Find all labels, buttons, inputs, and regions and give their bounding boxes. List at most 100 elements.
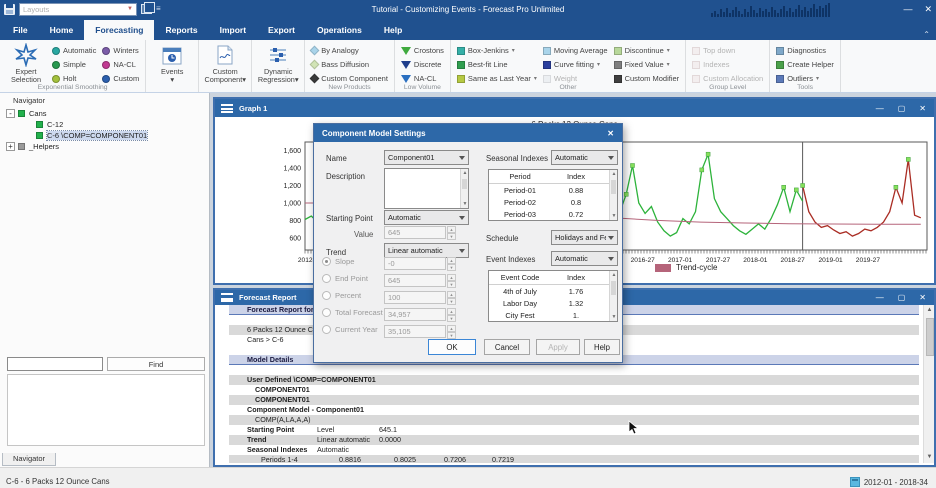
report-vertical-scrollbar[interactable]: ▲ ▼ xyxy=(923,305,934,463)
ribbon-item-simple[interactable]: Simple xyxy=(49,58,99,71)
ribbon-item-crostons[interactable]: Crostons xyxy=(398,44,447,57)
ribbon-item-na-cl[interactable]: NA-CL xyxy=(99,58,142,71)
ribbon-item-bass-diffusion[interactable]: Bass Diffusion xyxy=(308,58,391,71)
graph-window-titlebar[interactable]: Graph 1 — ▢ ✕ xyxy=(215,99,934,117)
scroll-up-icon[interactable]: ▲ xyxy=(924,305,934,316)
radio-percent[interactable]: Percent xyxy=(322,291,361,300)
app-close-button[interactable]: ✕ xyxy=(924,4,932,15)
save-icon[interactable] xyxy=(4,4,15,15)
tab-home[interactable]: Home xyxy=(39,20,85,40)
window-menu-icon[interactable] xyxy=(221,293,233,302)
event-table-scrollbar[interactable]: ▲▼ xyxy=(609,271,617,321)
tree-item-c-6-comp-component01[interactable]: C-6 \COMP=COMPONENT01 xyxy=(6,130,203,141)
graph-close-button[interactable]: ✕ xyxy=(919,104,926,113)
ok-button[interactable]: OK xyxy=(428,339,476,355)
ribbon-item-winters[interactable]: Winters xyxy=(99,44,142,57)
radio-icon[interactable] xyxy=(322,274,331,283)
ribbon-item-automatic[interactable]: Automatic xyxy=(49,44,99,57)
ribbon-item-discrete[interactable]: Discrete xyxy=(398,58,447,71)
ribbon-item-discontinue[interactable]: Discontinue▾ xyxy=(611,44,683,57)
help-button[interactable]: Help xyxy=(584,339,620,355)
textarea-scrollbar[interactable]: ▲▼ xyxy=(460,169,468,208)
seasonal-table-row[interactable]: Period-030.72 xyxy=(489,208,617,220)
ribbon-item-moving-average[interactable]: Moving Average xyxy=(540,44,611,57)
report-minimize-button[interactable]: — xyxy=(876,293,884,302)
tree-item-cans[interactable]: -Cans xyxy=(6,108,203,119)
seasonal-table-row[interactable]: Period-010.88 xyxy=(489,184,617,196)
description-textarea[interactable]: ▲▼ xyxy=(384,168,469,209)
seasonal-table-scrollbar[interactable]: ▲▼ xyxy=(609,170,617,220)
expert-selection-button[interactable]: Expert Selection xyxy=(3,42,49,85)
dialog-titlebar[interactable]: Component Model Settings ✕ xyxy=(314,124,622,142)
event-index-table[interactable]: Event CodeIndex4th of July1.76Labor Day1… xyxy=(488,270,618,322)
event-table-row[interactable]: 4th of July1.76 xyxy=(489,285,617,297)
dynamic-regression-button[interactable]: Dynamic Regression▾ xyxy=(255,42,301,85)
report-close-button[interactable]: ✕ xyxy=(919,293,926,302)
graph-minimize-button[interactable]: — xyxy=(876,104,884,113)
tree-expander-icon[interactable]: - xyxy=(6,109,15,118)
report-maximize-button[interactable]: ▢ xyxy=(898,293,906,302)
slope-input[interactable]: -0 xyxy=(384,257,446,270)
radio-icon[interactable] xyxy=(322,291,331,300)
end-point-input[interactable]: 645 xyxy=(384,274,446,287)
event-table-row[interactable]: Labor Day1.32 xyxy=(489,297,617,309)
ribbon-item-curve-fitting[interactable]: Curve fitting▾ xyxy=(540,58,611,71)
schedule-combobox[interactable]: Holidays and Festi xyxy=(551,230,618,245)
radio-icon[interactable] xyxy=(322,325,331,334)
find-results-list[interactable] xyxy=(7,374,205,446)
tab-help[interactable]: Help xyxy=(373,20,413,40)
tab-operations[interactable]: Operations xyxy=(306,20,373,40)
ribbon-item-box-jenkins[interactable]: Box-Jenkins▾ xyxy=(454,44,540,57)
value-input[interactable]: 645 xyxy=(384,226,446,239)
find-input[interactable] xyxy=(7,357,103,371)
custom-component-button[interactable]: Custom Component▾ xyxy=(202,42,248,85)
spinner[interactable]: ▲▼ xyxy=(447,308,456,321)
tab-reports[interactable]: Reports xyxy=(154,20,208,40)
window-menu-icon[interactable] xyxy=(221,104,233,113)
spinner[interactable]: ▲▼ xyxy=(447,291,456,304)
tab-file[interactable]: File xyxy=(2,20,39,40)
find-button[interactable]: Find xyxy=(107,357,205,371)
current-year-input[interactable]: 35,105 xyxy=(384,325,446,338)
name-combobox[interactable]: Component01 xyxy=(384,150,469,165)
new-window-icon[interactable] xyxy=(141,4,152,14)
tab-import[interactable]: Import xyxy=(209,20,257,40)
seasonal-index-table[interactable]: PeriodIndexPeriod-010.88Period-020.8Peri… xyxy=(488,169,618,221)
tab-export[interactable]: Export xyxy=(257,20,306,40)
graph-maximize-button[interactable]: ▢ xyxy=(898,104,906,113)
qat-customize-icon[interactable]: ≡ xyxy=(156,5,161,13)
trend-combobox[interactable]: Linear automatic xyxy=(384,243,469,258)
ribbon-item-diagnostics[interactable]: Diagnostics xyxy=(773,44,837,57)
radio-icon[interactable] xyxy=(322,257,331,266)
value-spinner[interactable]: ▲▼ xyxy=(447,226,456,239)
radio-slope[interactable]: Slope xyxy=(322,257,354,266)
layouts-combobox[interactable]: Layouts▼ xyxy=(19,3,137,16)
spinner[interactable]: ▲▼ xyxy=(447,257,456,270)
tree-expander-icon[interactable]: + xyxy=(6,142,15,151)
ribbon-item-create-helper[interactable]: Create Helper xyxy=(773,58,837,71)
app-minimize-button[interactable]: — xyxy=(903,4,912,14)
scroll-down-icon[interactable]: ▼ xyxy=(924,452,934,463)
radio-icon[interactable] xyxy=(322,308,331,317)
cancel-button[interactable]: Cancel xyxy=(484,339,530,355)
percent-input[interactable]: 100 xyxy=(384,291,446,304)
radio-end-point[interactable]: End Point xyxy=(322,274,368,283)
spinner[interactable]: ▲▼ xyxy=(447,325,456,338)
ribbon-item-by-analogy[interactable]: By Analogy xyxy=(308,44,391,57)
spinner[interactable]: ▲▼ xyxy=(447,274,456,287)
total-forecast-input[interactable]: 34,957 xyxy=(384,308,446,321)
event-table-row[interactable]: City Fest1. xyxy=(489,309,617,321)
ribbon-item-best-fit-line[interactable]: Best-fit Line xyxy=(454,58,540,71)
radio-total-forecast[interactable]: Total Forecast xyxy=(322,308,383,317)
tab-forecasting[interactable]: Forecasting xyxy=(84,20,154,40)
events-button[interactable]: Events ▾ xyxy=(149,42,195,85)
dialog-close-icon[interactable]: ✕ xyxy=(607,129,614,138)
radio-current-year[interactable]: Current Year xyxy=(322,325,378,334)
starting-point-combobox[interactable]: Automatic xyxy=(384,210,469,225)
scroll-thumb[interactable] xyxy=(926,318,934,356)
seasonal-indexes-combobox[interactable]: Automatic xyxy=(551,150,618,165)
tree-item--helpers[interactable]: +_Helpers xyxy=(6,141,203,152)
seasonal-table-row[interactable]: Period-020.8 xyxy=(489,196,617,208)
event-indexes-combobox[interactable]: Automatic xyxy=(551,251,618,266)
tree-item-c-12[interactable]: C-12 xyxy=(6,119,203,130)
